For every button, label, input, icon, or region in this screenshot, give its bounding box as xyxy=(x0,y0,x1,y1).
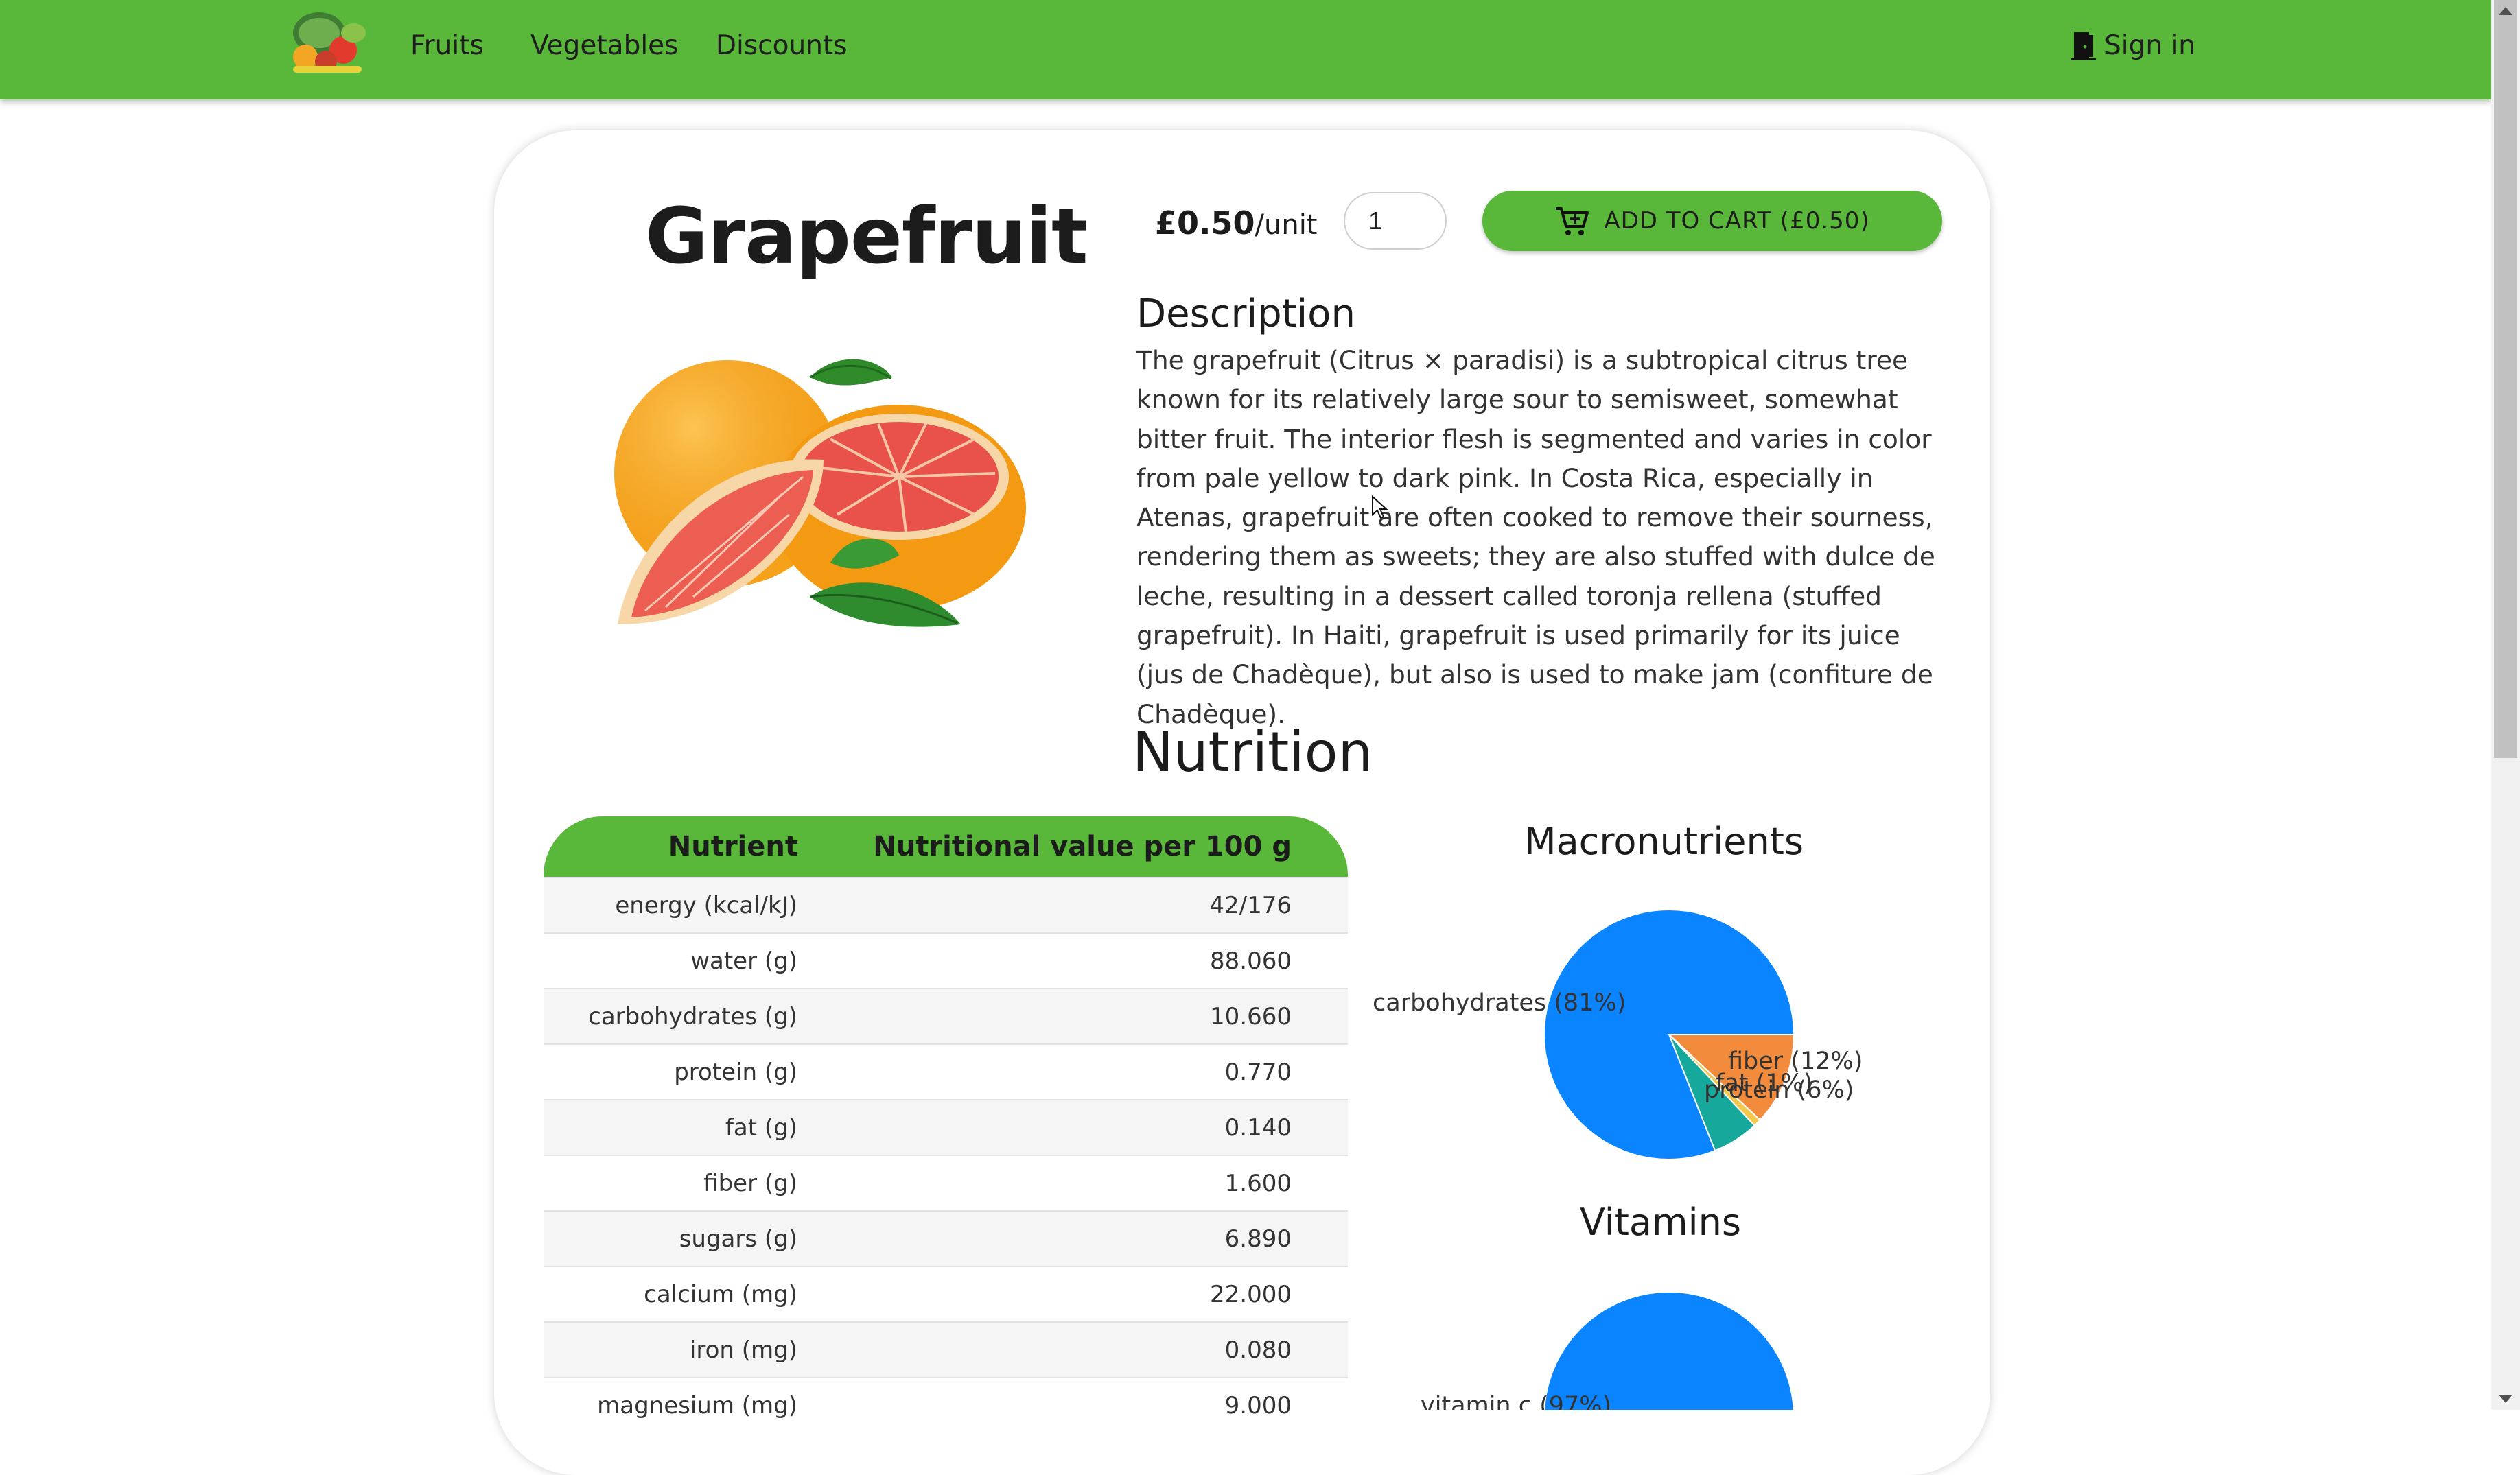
vitamins-chart-title: Vitamins xyxy=(1580,1201,1741,1244)
nutrient-name: fiber (g) xyxy=(544,1155,798,1211)
nav-link-vegetables[interactable]: Vegetables xyxy=(530,30,679,61)
nutrient-value: 22.000 xyxy=(798,1266,1348,1322)
logo-icon[interactable] xyxy=(278,5,377,81)
nutrition-table: Nutrient Nutritional value per 100 g ene… xyxy=(544,816,1348,1432)
quantity-input[interactable] xyxy=(1344,192,1447,250)
macronutrients-chart-title: Macronutrients xyxy=(1524,820,1804,863)
table-row: carbohydrates (g) 10.660 xyxy=(544,988,1348,1044)
scroll-down-icon[interactable] xyxy=(2499,1395,2512,1403)
add-to-cart-label: ADD TO CART (£0.50) xyxy=(1604,207,1870,235)
cart-icon xyxy=(1556,207,1589,235)
pie-label-vitamin-c: vitamin c (97%) xyxy=(1421,1392,1611,1410)
nutrient-value: 88.060 xyxy=(798,932,1348,989)
table-row: fiber (g) 1.600 xyxy=(544,1155,1348,1211)
table-header-value: Nutritional value per 100 g xyxy=(798,816,1348,877)
table-row: iron (mg) 0.080 xyxy=(544,1321,1348,1378)
table-row: magnesium (mg) 9.000 xyxy=(544,1377,1348,1432)
nutrient-value: 0.140 xyxy=(798,1099,1348,1155)
table-header-row: Nutrient Nutritional value per 100 g xyxy=(544,816,1348,877)
nutrient-name: energy (kcal/kJ) xyxy=(544,877,798,933)
nutrient-name: calcium (mg) xyxy=(544,1266,798,1322)
nutrient-value: 9.000 xyxy=(798,1377,1348,1432)
pie-label-protein: protein (6%) xyxy=(1704,1076,1854,1104)
table-row: water (g) 88.060 xyxy=(544,932,1348,989)
scroll-up-icon[interactable] xyxy=(2499,7,2512,15)
add-to-cart-button[interactable]: ADD TO CART (£0.50) xyxy=(1482,191,1942,251)
nutrient-value: 10.660 xyxy=(798,988,1348,1044)
nutrient-name: carbohydrates (g) xyxy=(544,988,798,1044)
table-row: calcium (mg) 22.000 xyxy=(544,1266,1348,1322)
nav-link-discounts[interactable]: Discounts xyxy=(716,30,848,61)
nutrient-value: 42/176 xyxy=(798,877,1348,933)
nav-link-fruits[interactable]: Fruits xyxy=(410,30,484,61)
nutrient-value: 1.600 xyxy=(798,1155,1348,1211)
mouse-cursor-icon xyxy=(1372,495,1388,519)
price-unit: /unit xyxy=(1255,209,1318,241)
nutrition-heading: Nutrition xyxy=(1132,720,1373,784)
grapefruit-image xyxy=(614,359,1026,627)
table-header-nutrient: Nutrient xyxy=(544,816,798,877)
signin-label: Sign in xyxy=(2104,30,2196,61)
nutrient-name: protein (g) xyxy=(544,1043,798,1100)
product-title: Grapefruit xyxy=(645,192,1088,281)
door-icon xyxy=(2071,32,2096,60)
nutrient-name: fat (g) xyxy=(544,1099,798,1155)
nutrient-name: sugars (g) xyxy=(544,1210,798,1266)
table-row: protein (g) 0.770 xyxy=(544,1043,1348,1100)
nutrient-name: water (g) xyxy=(544,932,798,989)
nutrient-name: magnesium (mg) xyxy=(544,1377,798,1432)
table-row: energy (kcal/kJ) 42/176 xyxy=(544,877,1348,933)
nutrient-value: 6.890 xyxy=(798,1210,1348,1266)
table-row: sugars (g) 6.890 xyxy=(544,1210,1348,1266)
description-heading: Description xyxy=(1136,292,1355,336)
nutrient-value: 0.770 xyxy=(798,1043,1348,1100)
price-label: £0.50/unit xyxy=(1155,204,1318,241)
description-text: The grapefruit (Citrus × paradisi) is a … xyxy=(1136,345,1935,729)
scrollbar-thumb[interactable] xyxy=(2494,0,2517,758)
signin-button[interactable]: Sign in xyxy=(2071,30,2195,61)
nutrient-value: 0.080 xyxy=(798,1321,1348,1378)
macronutrients-pie-chart: fiber (12%)fat (1%)protein (6%)carbohydr… xyxy=(1373,909,1863,1160)
table-row: fat (g) 0.140 xyxy=(544,1099,1348,1155)
price-value: £0.50 xyxy=(1155,204,1255,241)
navbar: Fruits Vegetables Discounts Sign in xyxy=(0,0,2491,99)
nutrient-name: iron (mg) xyxy=(544,1321,798,1378)
vitamins-pie-chart: vitamin c (97%) xyxy=(1421,1291,1795,1410)
pie-label-carbohydrates: carbohydrates (81%) xyxy=(1373,989,1626,1017)
